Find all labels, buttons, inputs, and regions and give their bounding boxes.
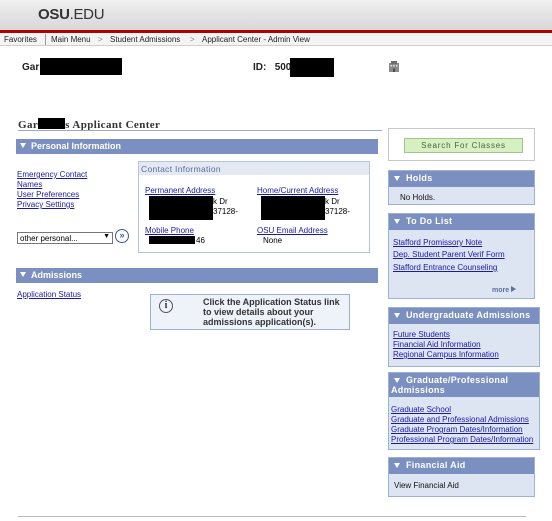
nav-divider bbox=[45, 34, 46, 45]
redaction-bar bbox=[38, 118, 66, 129]
more-label: more bbox=[492, 287, 510, 294]
personal-info-header[interactable]: Personal Information bbox=[16, 139, 378, 154]
financial-aid-info-link[interactable]: Financial Aid Information bbox=[393, 340, 481, 349]
redaction-bar bbox=[261, 196, 325, 220]
collapse-icon bbox=[394, 378, 400, 383]
permanent-address-link[interactable]: Permanent Address bbox=[145, 186, 215, 195]
home-address-link[interactable]: Home/Current Address bbox=[257, 186, 338, 195]
admissions-title: Admissions bbox=[31, 270, 83, 280]
future-students-link[interactable]: Future Students bbox=[393, 330, 450, 339]
logo-tld: .EDU bbox=[69, 6, 105, 23]
names-link[interactable]: Names bbox=[17, 180, 42, 189]
student-name: Gar bbox=[22, 62, 39, 73]
undergrad-header[interactable]: Undergraduate Admissions bbox=[389, 308, 539, 324]
osu-email-value: None bbox=[263, 236, 283, 245]
holds-status: No Holds. bbox=[400, 193, 436, 202]
todo-item[interactable]: Dep. Student Parent Verif Form bbox=[393, 250, 505, 259]
redaction-bar bbox=[40, 58, 122, 75]
student-id: ID: 500 bbox=[253, 62, 291, 73]
osu-logo[interactable]: OSU.EDU bbox=[38, 6, 105, 23]
collapse-icon bbox=[20, 272, 26, 277]
contact-info-title: Contact Information bbox=[139, 162, 369, 175]
search-for-classes-button[interactable]: Search For Classes bbox=[404, 138, 523, 153]
collapse-icon bbox=[394, 313, 400, 318]
admissions-header[interactable]: Admissions bbox=[16, 268, 378, 283]
select-value: other personal... bbox=[20, 234, 78, 243]
logo-main: OSU bbox=[38, 6, 70, 23]
privacy-settings-link[interactable]: Privacy Settings bbox=[17, 200, 74, 209]
home-address-line1: k Dr bbox=[325, 197, 340, 206]
personal-info-title: Personal Information bbox=[31, 141, 122, 151]
chevron-down-icon: ▼ bbox=[103, 233, 110, 240]
info-message: Click the Application Status link to vie… bbox=[203, 297, 340, 327]
holds-header[interactable]: Holds bbox=[389, 171, 534, 187]
collapse-icon bbox=[394, 176, 400, 181]
grad-prof-admissions-link[interactable]: Graduate and Professional Admissions bbox=[391, 415, 529, 424]
emergency-contact-link[interactable]: Emergency Contact bbox=[17, 170, 87, 179]
grad-program-dates-link[interactable]: Graduate Program Dates/Information bbox=[391, 425, 523, 434]
favorites-menu[interactable]: Favorites bbox=[4, 35, 37, 44]
collapse-icon bbox=[394, 463, 400, 468]
footer-divider bbox=[18, 516, 526, 517]
todo-title: To Do List bbox=[406, 216, 453, 226]
graduate-school-link[interactable]: Graduate School bbox=[391, 405, 451, 414]
financial-aid-title: Financial Aid bbox=[406, 460, 466, 470]
undergrad-admissions-panel: Undergraduate Admissions Future Students… bbox=[388, 307, 540, 367]
arrow-right-icon bbox=[511, 286, 517, 292]
collapse-icon bbox=[394, 219, 400, 224]
regional-campus-link[interactable]: Regional Campus Information bbox=[393, 350, 499, 359]
title-divider bbox=[18, 130, 382, 131]
todo-panel: To Do List Stafford Promissory Note Dep.… bbox=[388, 213, 535, 299]
id-label: ID: bbox=[253, 62, 267, 73]
top-banner: OSU.EDU bbox=[0, 0, 552, 30]
osu-email-link[interactable]: OSU Email Address bbox=[257, 226, 328, 235]
undergrad-title: Undergraduate Admissions bbox=[406, 310, 531, 320]
info-icon: i bbox=[159, 299, 173, 313]
financial-aid-panel: Financial Aid View Financial Aid bbox=[388, 457, 535, 497]
permanent-address-line1: k Dr bbox=[213, 197, 228, 206]
mobile-phone-value: 46 bbox=[196, 236, 205, 245]
grad-admissions-panel: Graduate/Professional Admissions Graduat… bbox=[388, 372, 540, 450]
grad-title-line2: Admissions bbox=[391, 385, 446, 395]
holds-panel: Holds No Holds. bbox=[388, 170, 535, 205]
collapse-icon bbox=[20, 143, 26, 148]
grad-title-line1: Graduate/Professional bbox=[406, 375, 509, 385]
breadcrumb-applicant-center: Applicant Center - Admin View bbox=[202, 35, 310, 44]
prof-program-dates-link[interactable]: Professional Program Dates/Information bbox=[391, 435, 533, 444]
redaction-bar bbox=[290, 58, 334, 77]
application-status-info: i Click the Application Status link to v… bbox=[150, 294, 350, 330]
redaction-bar bbox=[149, 236, 195, 244]
building-icon[interactable] bbox=[388, 60, 400, 72]
home-address-line2: 37128- bbox=[325, 207, 350, 216]
permanent-address-line2: 37128- bbox=[213, 207, 238, 216]
id-prefix: 500 bbox=[274, 62, 292, 73]
search-classes-panel: Search For Classes bbox=[388, 128, 535, 161]
financial-aid-header[interactable]: Financial Aid bbox=[389, 458, 534, 474]
student-name-prefix: Gar bbox=[22, 62, 40, 73]
breadcrumb-student-admissions[interactable]: Student Admissions bbox=[110, 35, 180, 44]
other-personal-select[interactable]: other personal... ▼ bbox=[17, 232, 113, 244]
view-financial-aid-link[interactable]: View Financial Aid bbox=[394, 481, 459, 490]
application-status-link[interactable]: Application Status bbox=[17, 290, 81, 299]
more-link[interactable]: more bbox=[492, 286, 517, 294]
todo-item[interactable]: Stafford Entrance Counseling bbox=[393, 263, 497, 272]
breadcrumb-separator: > bbox=[190, 35, 195, 44]
user-preferences-link[interactable]: User Preferences bbox=[17, 190, 79, 199]
grad-header[interactable]: Graduate/Professional Admissions bbox=[389, 373, 539, 397]
mobile-phone-link[interactable]: Mobile Phone bbox=[145, 226, 194, 235]
holds-title: Holds bbox=[406, 173, 433, 183]
todo-item[interactable]: Stafford Promissory Note bbox=[393, 238, 482, 247]
contact-information-box: Contact Information Permanent Address k … bbox=[138, 161, 370, 253]
go-button[interactable]: » bbox=[115, 229, 129, 243]
main-menu[interactable]: Main Menu bbox=[51, 35, 91, 44]
todo-header[interactable]: To Do List bbox=[389, 214, 534, 230]
breadcrumb-separator: > bbox=[98, 35, 103, 44]
breadcrumb: Favorites Main Menu > Student Admissions… bbox=[0, 33, 552, 46]
redaction-bar bbox=[149, 196, 213, 220]
